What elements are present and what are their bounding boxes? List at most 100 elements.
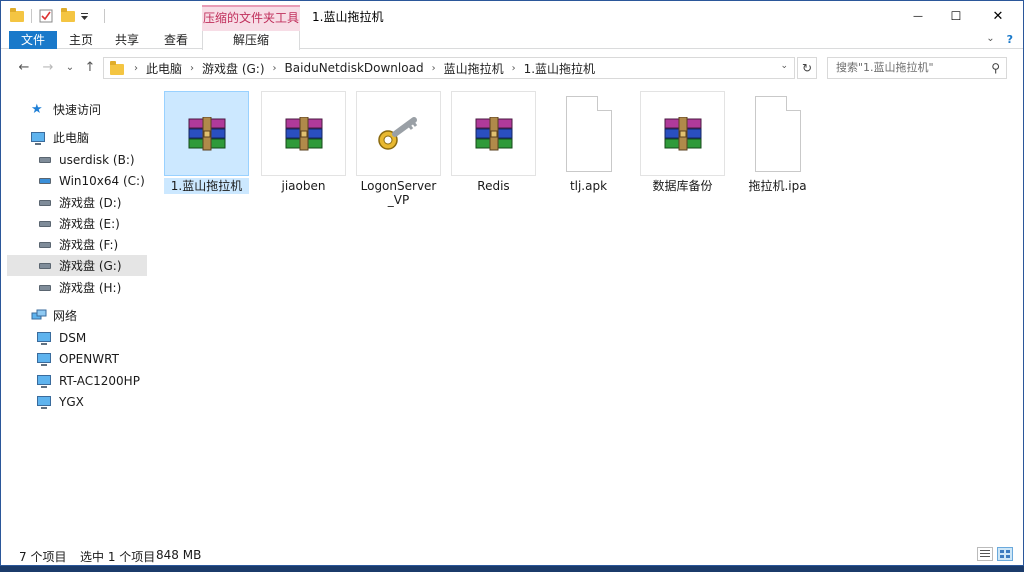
- breadcrumb-item[interactable]: 蓝山拖拉机: [444, 60, 504, 77]
- sidebar-item-network[interactable]: 网络: [31, 305, 171, 326]
- close-button[interactable]: ✕: [975, 1, 1021, 31]
- minimize-icon: —: [913, 10, 923, 22]
- expand-ribbon-icon[interactable]: ⌄: [986, 33, 994, 46]
- sidebar-item-rt-ac1200hp[interactable]: RT-AC1200HP: [37, 370, 147, 391]
- drive-icon: [37, 153, 53, 167]
- file-thumbnail: [356, 91, 441, 176]
- scrollbar[interactable]: [1017, 371, 1021, 411]
- folder-icon: [110, 61, 124, 75]
- details-view-icon: [980, 550, 990, 557]
- chevron-right-icon[interactable]: ›: [432, 63, 436, 74]
- document-icon: [754, 95, 801, 172]
- maximize-button[interactable]: ☐: [933, 1, 979, 31]
- file-item[interactable]: 1.蓝山拖拉机: [164, 91, 249, 194]
- file-name: Redis: [477, 179, 510, 193]
- file-name: jiaoben: [281, 179, 326, 193]
- file-item[interactable]: Redis: [451, 91, 536, 194]
- sidebar-item-drive-f[interactable]: 游戏盘 (F:): [37, 234, 147, 255]
- sidebar-item-openwrt[interactable]: OPENWRT: [37, 348, 147, 369]
- sidebar-item-label: OPENWRT: [59, 351, 119, 366]
- sidebar-item-label: 游戏盘 (H:): [59, 281, 122, 295]
- new-folder-icon[interactable]: [60, 8, 76, 24]
- file-thumbnail: [451, 91, 536, 176]
- file-item[interactable]: jiaoben: [261, 91, 346, 194]
- breadcrumb-item[interactable]: 游戏盘 (G:): [202, 60, 265, 77]
- large-icons-view-icon: [1000, 550, 1010, 558]
- sidebar-item-drive-e[interactable]: 游戏盘 (E:): [37, 213, 147, 234]
- breadcrumb-item[interactable]: 此电脑: [146, 60, 182, 77]
- drive-icon: [37, 217, 53, 231]
- help-icon[interactable]: ?: [1007, 33, 1013, 46]
- explorer-window: 压缩的文件夹工具 1.蓝山拖拉机 — ☐ ✕ 文件 主页 共享 查看 解压缩 ⌄…: [0, 0, 1024, 566]
- file-thumbnail: [261, 91, 346, 176]
- large-icons-view-button[interactable]: [997, 547, 1013, 561]
- sidebar-item-quick-access[interactable]: ★ 快速访问: [31, 99, 171, 120]
- document-icon: [565, 95, 612, 172]
- windows-drive-icon: [37, 174, 53, 188]
- tab-share[interactable]: 共享: [109, 31, 145, 49]
- tab-view[interactable]: 查看: [158, 31, 194, 49]
- monitor-icon: [37, 374, 53, 388]
- file-item[interactable]: 拖拉机.ipa: [735, 91, 820, 194]
- tab-home[interactable]: 主页: [63, 31, 99, 49]
- address-bar[interactable]: › 此电脑 › 游戏盘 (G:) › BaiduNetdiskDownload …: [103, 57, 795, 79]
- folder-icon: [9, 8, 25, 24]
- sidebar-item-ygx[interactable]: YGX: [37, 391, 147, 412]
- file-item[interactable]: LogonServer_VP: [356, 91, 441, 208]
- sidebar-item-label: RT-AC1200HP: [59, 373, 140, 388]
- details-view-button[interactable]: [977, 547, 993, 561]
- file-thumbnail: [735, 91, 820, 176]
- monitor-icon: [37, 331, 53, 345]
- sidebar-item-label: 游戏盘 (F:): [59, 238, 119, 252]
- search-input[interactable]: 搜索"1.蓝山拖拉机" ⚲: [827, 57, 1007, 79]
- close-icon: ✕: [992, 8, 1004, 24]
- file-item[interactable]: 数据库备份: [640, 91, 725, 194]
- chevron-right-icon[interactable]: ›: [134, 63, 138, 74]
- sidebar-item-label: YGX: [59, 394, 84, 409]
- item-count: 7 个项目: [19, 550, 67, 564]
- tab-extract[interactable]: 解压缩: [202, 31, 300, 50]
- selection-count: 选中 1 个项目: [80, 550, 156, 564]
- archive-icon: [188, 116, 225, 150]
- properties-icon[interactable]: [38, 8, 54, 24]
- title-bar: 压缩的文件夹工具 1.蓝山拖拉机 — ☐ ✕: [1, 1, 1023, 31]
- up-button[interactable]: ↑: [81, 59, 99, 77]
- breadcrumb-item[interactable]: 1.蓝山拖拉机: [524, 60, 595, 77]
- recent-locations-button[interactable]: ⌄: [61, 59, 79, 77]
- file-item[interactable]: tlj.apk: [546, 91, 631, 194]
- customize-qa-icon[interactable]: [80, 8, 96, 24]
- file-name: 1.蓝山拖拉机: [164, 178, 249, 194]
- ribbon-tabs: 文件 主页 共享 查看 解压缩 ⌄ ?: [1, 31, 1023, 50]
- breadcrumb-item[interactable]: BaiduNetdiskDownload: [285, 61, 424, 75]
- sidebar-item-dsm[interactable]: DSM: [37, 327, 147, 348]
- tab-file[interactable]: 文件: [9, 31, 57, 49]
- drive-icon: [37, 196, 53, 210]
- sidebar-item-label: 快速访问: [53, 103, 102, 117]
- sidebar-item-drive-b[interactable]: userdisk (B:): [37, 149, 147, 170]
- chevron-down-icon[interactable]: ⌄: [780, 61, 788, 71]
- sidebar-item-label: userdisk (B:): [59, 152, 135, 167]
- sidebar-item-drive-c[interactable]: Win10x64 (C:): [37, 170, 147, 191]
- archive-icon: [475, 116, 512, 150]
- monitor-icon: [37, 352, 53, 366]
- back-button[interactable]: ←: [15, 59, 33, 77]
- archive-icon: [664, 116, 701, 150]
- search-icon[interactable]: ⚲: [991, 58, 1000, 78]
- drive-icon: [37, 259, 53, 273]
- maximize-icon: ☐: [950, 9, 962, 23]
- search-placeholder: 搜索"1.蓝山拖拉机": [836, 61, 934, 74]
- selection-size: 848 MB: [156, 548, 202, 562]
- sidebar-item-label: 游戏盘 (E:): [59, 217, 120, 231]
- chevron-right-icon[interactable]: ›: [190, 63, 194, 74]
- file-name: 数据库备份: [652, 179, 713, 193]
- refresh-button[interactable]: ↻: [797, 57, 817, 79]
- chevron-right-icon[interactable]: ›: [512, 63, 516, 74]
- chevron-right-icon[interactable]: ›: [273, 63, 277, 74]
- sidebar-item-drive-g[interactable]: 游戏盘 (G:): [7, 255, 147, 276]
- sidebar-item-drive-h[interactable]: 游戏盘 (H:): [37, 277, 147, 298]
- forward-button[interactable]: →: [39, 59, 57, 77]
- sidebar-item-label: 游戏盘 (G:): [59, 259, 122, 273]
- file-thumbnail: [164, 91, 249, 176]
- sidebar-item-drive-d[interactable]: 游戏盘 (D:): [37, 192, 147, 213]
- sidebar-item-this-pc[interactable]: 此电脑: [31, 127, 171, 148]
